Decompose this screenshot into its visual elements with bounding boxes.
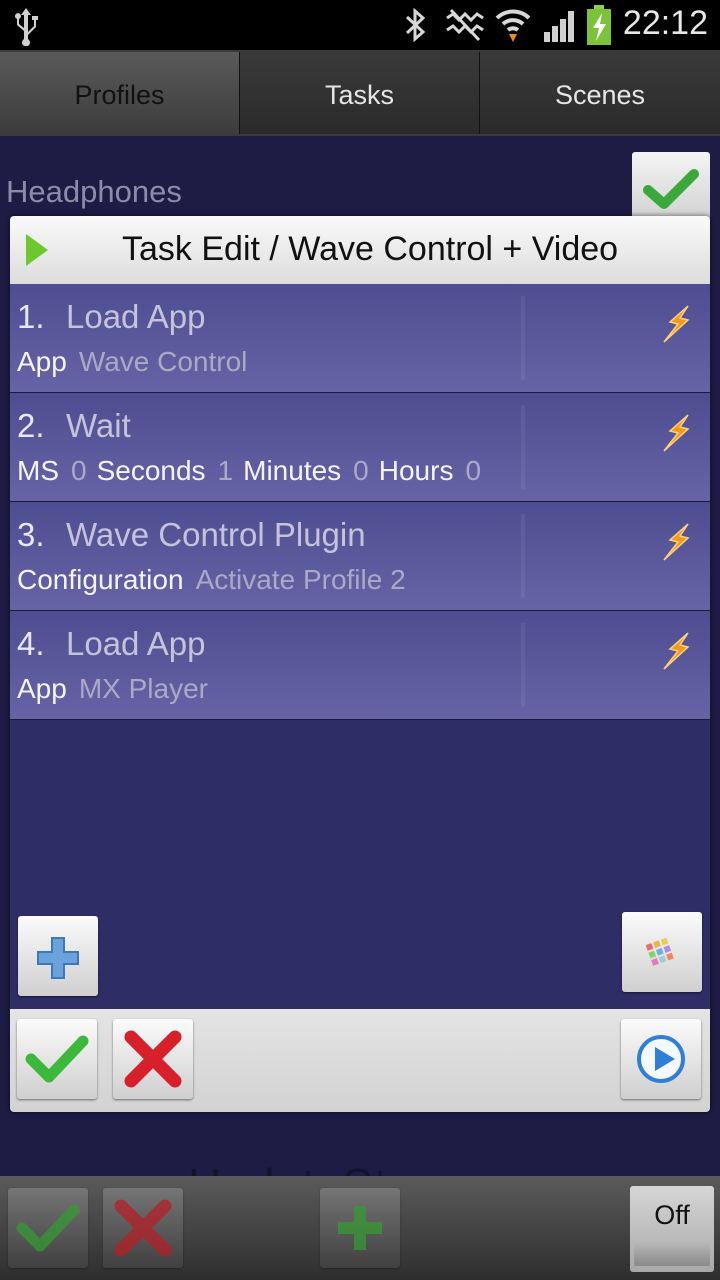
task-edit-dialog: Task Edit / Wave Control + Video 1. Load…: [10, 216, 710, 1112]
plus-icon: [338, 1206, 382, 1250]
divider: [521, 405, 525, 489]
toggle-indicator: [634, 1240, 710, 1266]
add-button[interactable]: [320, 1188, 400, 1268]
enable-toggle[interactable]: Off: [630, 1186, 714, 1272]
action-row[interactable]: 1. Load App App Wave Control: [10, 284, 710, 393]
action-row[interactable]: 4. Load App App MX Player: [10, 611, 710, 720]
divider: [521, 623, 525, 707]
action-name: Load App: [66, 298, 206, 335]
dialog-title-bar: Task Edit / Wave Control + Video: [10, 216, 710, 284]
param-key: Seconds: [96, 455, 206, 486]
param-key: Configuration: [17, 564, 184, 595]
tab-scenes[interactable]: Scenes: [480, 52, 720, 134]
param-key: Minutes: [243, 455, 342, 486]
check-icon: [16, 1204, 80, 1252]
param-value: MX Player: [78, 673, 208, 704]
action-row[interactable]: 2. Wait MS 0 Seconds 1 Minutes 0 Hours 0: [10, 393, 710, 502]
play-icon: [637, 1035, 685, 1083]
icon-select-button[interactable]: [622, 912, 702, 992]
param-key: App: [17, 673, 67, 704]
lightning-icon[interactable]: [658, 631, 698, 676]
action-number: 1.: [17, 298, 45, 335]
status-bar: 22:12: [0, 0, 720, 50]
param-value: 0: [71, 455, 87, 486]
cancel-button[interactable]: [113, 1019, 193, 1099]
signal-icon: [542, 8, 578, 47]
play-arrow-icon[interactable]: [24, 232, 50, 273]
accept-button[interactable]: [8, 1188, 88, 1268]
tab-tasks[interactable]: Tasks: [240, 52, 480, 134]
palette-icon: [645, 937, 674, 966]
action-name: Load App: [66, 625, 206, 662]
accept-button[interactable]: [17, 1019, 97, 1099]
profile-enable-toggle[interactable]: [632, 152, 710, 226]
action-name: Wave Control Plugin: [66, 516, 366, 553]
close-icon: [124, 1030, 182, 1088]
param-value: 1: [217, 455, 234, 486]
toggle-label: Off: [654, 1200, 690, 1230]
lightning-icon[interactable]: [658, 522, 698, 567]
param-key: App: [17, 346, 67, 377]
action-number: 4.: [17, 625, 45, 662]
lightning-icon[interactable]: [658, 304, 698, 349]
dialog-button-bar: [10, 1009, 710, 1112]
add-action-button[interactable]: [18, 916, 98, 996]
tab-profiles[interactable]: Profiles: [0, 52, 240, 134]
action-name: Wait: [66, 407, 131, 444]
check-icon: [25, 1035, 89, 1083]
battery-charging-icon: [586, 4, 612, 51]
action-params: Configuration Activate Profile 2: [17, 564, 416, 596]
action-params: MS 0 Seconds 1 Minutes 0 Hours 0: [17, 455, 491, 487]
dialog-title: Task Edit / Wave Control + Video: [122, 230, 619, 268]
mute-icon: [445, 8, 485, 47]
divider: [521, 514, 525, 598]
action-number: 2.: [17, 407, 45, 444]
action-row[interactable]: 3. Wave Control Plugin Configuration Acti…: [10, 502, 710, 611]
param-value: Activate Profile 2: [195, 564, 406, 595]
param-value: 0: [353, 455, 369, 486]
param-value: 0: [465, 455, 482, 486]
plus-icon: [37, 937, 79, 979]
param-value: Wave Control: [78, 346, 248, 377]
profile-name[interactable]: Headphones: [6, 174, 182, 210]
action-number: 3.: [17, 516, 45, 553]
param-key: Hours: [378, 455, 454, 486]
param-key: MS: [17, 455, 59, 486]
action-params: App Wave Control: [17, 346, 257, 378]
divider: [521, 296, 525, 380]
check-icon: [643, 169, 699, 209]
bottom-toolbar: Off: [0, 1176, 720, 1280]
usb-icon: [12, 6, 40, 51]
run-task-button[interactable]: [621, 1019, 701, 1099]
lightning-icon[interactable]: [658, 413, 698, 458]
clock: 22:12: [622, 4, 708, 42]
cancel-button[interactable]: [103, 1188, 183, 1268]
tab-bar: Profiles Tasks Scenes: [0, 50, 720, 136]
wifi-icon: [494, 4, 532, 49]
close-icon: [114, 1199, 172, 1257]
action-params: App MX Player: [17, 673, 218, 705]
bluetooth-icon: [403, 7, 427, 47]
